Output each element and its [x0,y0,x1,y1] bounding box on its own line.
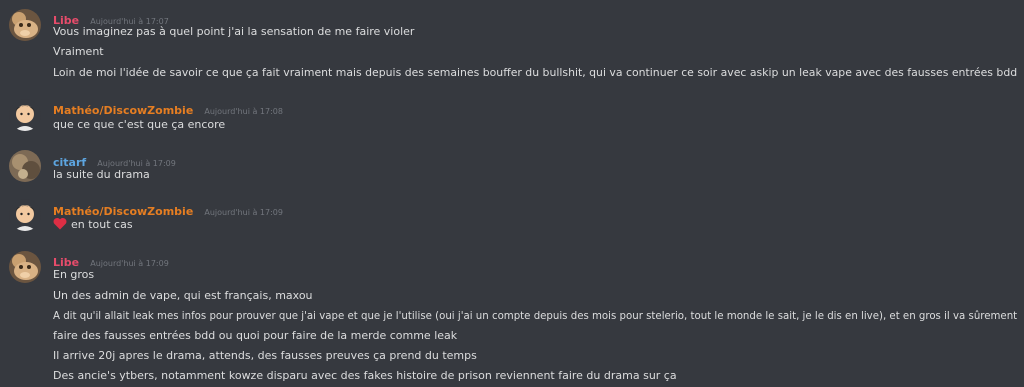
avatar[interactable] [9,251,41,283]
message-text: Il arrive 20j apres le drama, attends, d… [53,349,477,362]
message-text: que ce que c'est que ça encore [53,118,226,131]
message-text: A dit qu'il allait leak mes infos pour p… [53,311,1018,322]
message-text: faire des fausses entrées bdd ou quoi po… [53,329,458,342]
avatar[interactable] [9,199,41,231]
message-text: Vous imaginez pas à quel point j'ai la s… [53,25,415,38]
avatar[interactable] [9,9,41,41]
avatar[interactable] [9,150,41,182]
message-text: en tout cas [71,218,133,231]
message-text: Un des admin de vape, qui est français, … [53,289,313,302]
heart-icon [53,217,67,236]
message-text: En gros [53,268,95,281]
message-text: Vraiment [53,45,104,58]
avatar[interactable] [9,99,41,131]
message-text: la suite du drama [53,168,150,181]
message-line: en tout cas [53,215,1016,236]
message-text: Loin de moi l'idée de savoir ce que ça f… [53,66,1018,79]
message-text: Des ancie's ytbers, notamment kowze disp… [53,369,677,382]
